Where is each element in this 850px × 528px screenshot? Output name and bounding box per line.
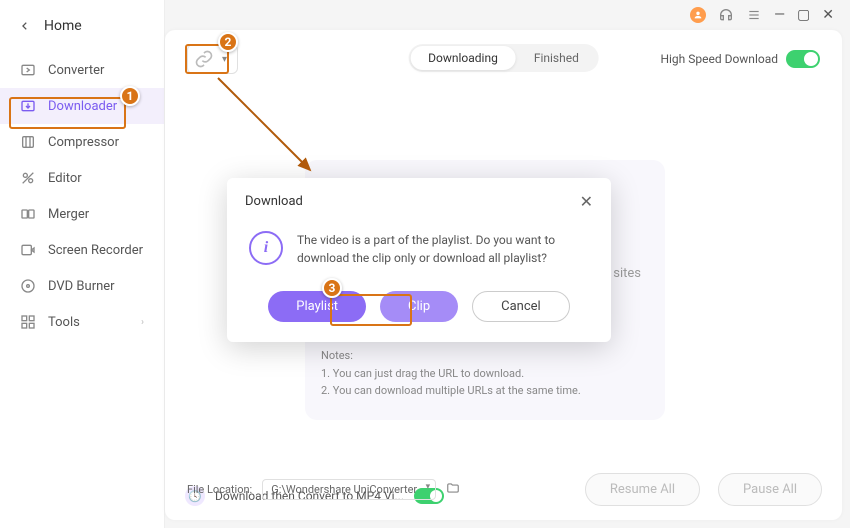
notes-title: Notes:: [321, 347, 581, 365]
chevron-right-icon: ›: [141, 317, 144, 328]
info-icon: i: [249, 231, 283, 265]
note-2: 2. You can download multiple URLs at the…: [321, 382, 581, 400]
screen-recorder-icon: [20, 242, 36, 258]
sidebar-item-label: Compressor: [48, 135, 119, 150]
cancel-button[interactable]: Cancel: [472, 291, 570, 322]
file-location-value: G:\Wondershare UniConverter: [271, 483, 417, 496]
sidebar-item-merger[interactable]: Merger: [0, 196, 164, 232]
sidebar-item-label: Editor: [48, 171, 82, 186]
sidebar-item-label: Screen Recorder: [48, 243, 143, 258]
tools-icon: [20, 314, 36, 330]
note-1: 1. You can just drag the URL to download…: [321, 365, 581, 383]
downloader-icon: [20, 98, 36, 114]
chevron-left-icon: [20, 21, 30, 31]
clip-button[interactable]: Clip: [380, 291, 458, 322]
sidebar-item-downloader[interactable]: Downloader: [0, 88, 164, 124]
home-label: Home: [44, 18, 82, 34]
compressor-icon: [20, 134, 36, 150]
download-dialog: Download ✕ i The video is a part of the …: [227, 178, 611, 342]
high-speed-toggle[interactable]: [786, 50, 820, 68]
tab-downloading[interactable]: Downloading: [410, 46, 516, 70]
support-headset-icon[interactable]: [718, 7, 734, 23]
sidebar-item-label: Tools: [48, 315, 80, 330]
editor-icon: [20, 170, 36, 186]
notes-block: Notes: 1. You can just drag the URL to d…: [321, 347, 581, 400]
dvd-icon: [20, 278, 36, 294]
resume-all-button[interactable]: Resume All: [585, 473, 700, 506]
window-close-button[interactable]: ✕: [822, 7, 834, 23]
sidebar-item-label: Downloader: [48, 99, 117, 114]
status-tabs: Downloading Finished: [408, 44, 599, 72]
merger-icon: [20, 206, 36, 222]
converter-icon: [20, 62, 36, 78]
sidebar-item-dvd-burner[interactable]: DVD Burner: [0, 268, 164, 304]
sidebar-item-label: DVD Burner: [48, 279, 115, 294]
tab-finished[interactable]: Finished: [516, 46, 597, 70]
sidebar-item-label: Converter: [48, 63, 104, 78]
home-back-row[interactable]: Home: [0, 8, 164, 44]
sidebar-item-screen-recorder[interactable]: Screen Recorder: [0, 232, 164, 268]
paste-url-button[interactable]: ▾: [187, 44, 238, 74]
window-maximize-button[interactable]: ▢: [797, 7, 810, 23]
file-location-label: File Location:: [187, 483, 252, 496]
high-speed-label: High Speed Download: [660, 52, 778, 66]
playlist-button[interactable]: Playlist: [268, 291, 366, 322]
link-icon: [194, 49, 214, 69]
url-dropdown-caret[interactable]: ▾: [218, 54, 231, 65]
sidebar-item-editor[interactable]: Editor: [0, 160, 164, 196]
sidebar: Home Converter Downloader Compressor Edi…: [0, 0, 165, 528]
sidebar-item-tools[interactable]: Tools ›: [0, 304, 164, 340]
sidebar-item-converter[interactable]: Converter: [0, 52, 164, 88]
window-minimize-button[interactable]: —: [774, 7, 785, 23]
menu-hamburger-icon[interactable]: [746, 7, 762, 23]
dialog-title: Download: [245, 194, 303, 209]
dialog-close-button[interactable]: ✕: [580, 192, 593, 211]
dialog-message: The video is a part of the playlist. Do …: [297, 231, 589, 267]
sidebar-item-label: Merger: [48, 207, 89, 222]
open-folder-icon[interactable]: [446, 481, 460, 498]
sidebar-item-compressor[interactable]: Compressor: [0, 124, 164, 160]
user-avatar-icon[interactable]: [690, 7, 706, 23]
pause-all-button[interactable]: Pause All: [718, 473, 822, 506]
file-location-select[interactable]: G:\Wondershare UniConverter: [262, 479, 436, 500]
